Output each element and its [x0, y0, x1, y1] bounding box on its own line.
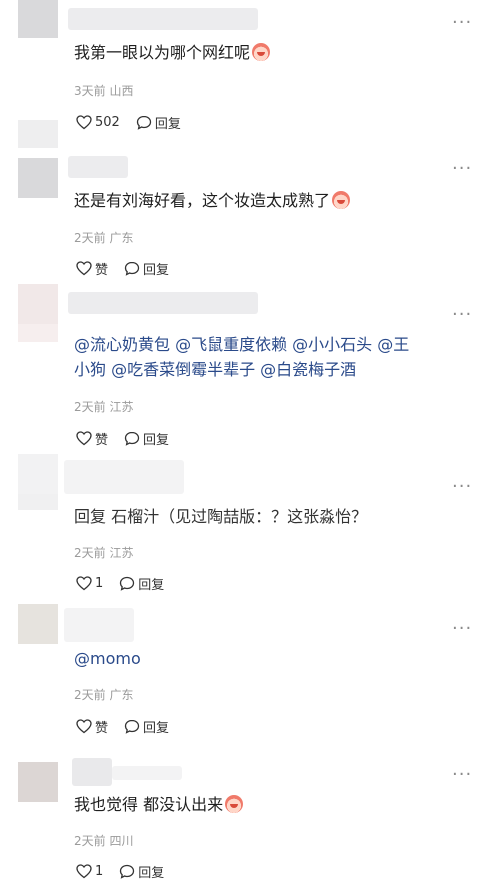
avatar[interactable]: [18, 604, 58, 644]
more-options-icon[interactable]: ···: [452, 620, 472, 638]
comment-meta: 2天前 江苏: [74, 398, 133, 415]
like-button[interactable]: 赞: [76, 717, 108, 736]
comment-text: 回复 石榴汁（见过陶喆版：？这张淼怡？: [74, 507, 368, 526]
reply-button[interactable]: 回复: [136, 113, 181, 132]
comment-location: 四川: [109, 834, 134, 848]
comment-item: ··· @momo 2天前 广东 赞 回复: [0, 600, 500, 750]
username-redacted[interactable]: [64, 460, 184, 494]
avatar[interactable]: [18, 762, 58, 802]
comment-item: ··· 我也觉得 都没认出来 2天前 四川 1 回复: [0, 752, 500, 889]
comment-item: ··· 我第一眼以为哪个网红呢 3天前 山西 502 回复: [0, 0, 500, 148]
speech-bubble-icon: [124, 431, 140, 446]
heart-outline-icon: [76, 719, 92, 734]
speech-bubble-icon: [136, 115, 151, 130]
comment-text: 我也觉得 都没认出来: [74, 792, 244, 818]
reply-button[interactable]: 回复: [124, 717, 169, 736]
comment-location: 广东: [109, 231, 134, 245]
comment-text: 我第一眼以为哪个网红呢: [74, 40, 271, 66]
more-options-icon[interactable]: ···: [452, 478, 472, 496]
username-redacted[interactable]: [68, 8, 258, 30]
comment-actions: 502 回复: [76, 113, 197, 132]
heart-outline-icon: [76, 576, 92, 591]
clown-face-emoji-icon: [332, 191, 351, 209]
reply-button[interactable]: 回复: [119, 574, 164, 593]
heart-outline-icon: [76, 115, 92, 130]
comment-actions: 赞 回复: [76, 717, 185, 736]
comment-meta: 2天前 四川: [74, 832, 133, 849]
avatar[interactable]: [18, 0, 58, 38]
clown-face-emoji-icon: [252, 43, 271, 61]
avatar[interactable]: [18, 454, 58, 494]
comment-meta: 2天前 广东: [74, 229, 133, 246]
comment-text-line2[interactable]: 小狗 @吃香菜倒霉半辈子 @白瓷梅子酒: [74, 357, 356, 383]
comment-text[interactable]: @momo: [74, 646, 141, 672]
reply-button[interactable]: 回复: [124, 259, 169, 278]
comment-location: 江苏: [109, 400, 134, 414]
speech-bubble-icon: [124, 261, 140, 276]
avatar-lower-half: [18, 494, 58, 510]
like-button[interactable]: 1: [76, 864, 103, 879]
more-options-icon[interactable]: ···: [452, 160, 472, 178]
reply-button[interactable]: 回复: [124, 429, 169, 448]
comment-meta: 2天前 江苏: [74, 544, 133, 561]
like-button[interactable]: 502: [76, 115, 120, 130]
heart-outline-icon: [76, 431, 92, 446]
comment-actions: 1 回复: [76, 574, 180, 593]
more-options-icon[interactable]: ···: [452, 14, 472, 32]
avatar-top-decoration: [18, 120, 58, 148]
avatar[interactable]: [18, 284, 58, 324]
comment-location: 山西: [109, 84, 134, 98]
like-button[interactable]: 1: [76, 576, 103, 591]
comment-time: 2天前: [74, 231, 106, 245]
reply-button[interactable]: 回复: [119, 862, 164, 881]
clown-face-emoji-icon: [225, 795, 244, 813]
comment-time: 2天前: [74, 688, 106, 702]
comment-meta: 3天前 山西: [74, 82, 133, 99]
comment-meta: 2天前 广东: [74, 686, 133, 703]
username-redacted[interactable]: [72, 758, 112, 786]
comment-item: ··· 回复 石榴汁（见过陶喆版：？这张淼怡？ 2天前 江苏 1 回复: [0, 452, 500, 600]
speech-bubble-icon: [124, 719, 140, 734]
like-button[interactable]: 赞: [76, 429, 108, 448]
comment-actions: 赞 回复: [76, 259, 185, 278]
comment-time: 2天前: [74, 834, 106, 848]
username-redacted-tail: [112, 766, 182, 780]
comment-text: 还是有刘海好看，这个妆造太成熟了: [74, 188, 351, 214]
comment-actions: 赞 回复: [76, 429, 185, 448]
comment-location: 江苏: [109, 546, 134, 560]
comment-item: ··· 还是有刘海好看，这个妆造太成熟了 2天前 广东 赞 回复: [0, 120, 500, 280]
avatar-lower-half: [18, 324, 58, 342]
username-redacted[interactable]: [68, 292, 258, 314]
comment-time: 2天前: [74, 400, 106, 414]
username-redacted[interactable]: [68, 156, 128, 178]
comment-actions: 1 回复: [76, 862, 180, 881]
comment-time: 3天前: [74, 84, 106, 98]
comment-text-line1[interactable]: @流心奶黄包 @飞鼠重度依赖 @小小石头 @王: [74, 332, 409, 358]
speech-bubble-icon: [120, 576, 135, 591]
speech-bubble-icon: [120, 864, 135, 879]
more-options-icon[interactable]: ···: [452, 306, 472, 324]
username-redacted[interactable]: [64, 608, 134, 642]
avatar[interactable]: [18, 158, 58, 198]
like-button[interactable]: 赞: [76, 259, 108, 278]
heart-outline-icon: [76, 864, 92, 879]
comment-location: 广东: [109, 688, 134, 702]
comment-item: ··· @流心奶黄包 @飞鼠重度依赖 @小小石头 @王 小狗 @吃香菜倒霉半辈子…: [0, 282, 500, 452]
heart-outline-icon: [76, 261, 92, 276]
more-options-icon[interactable]: ···: [452, 766, 472, 784]
comment-time: 2天前: [74, 546, 106, 560]
